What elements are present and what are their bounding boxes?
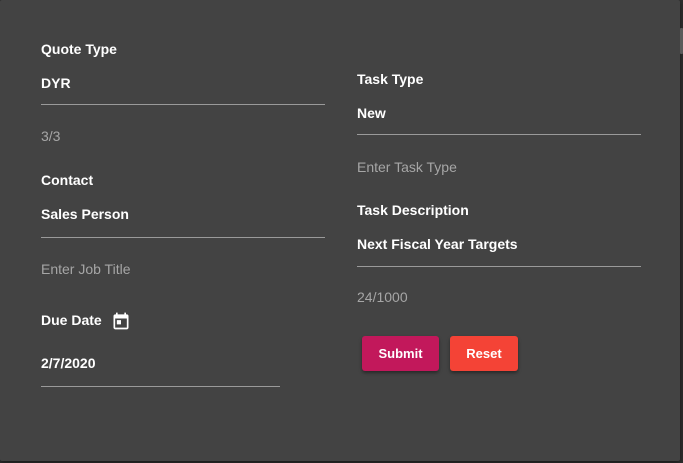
calendar-icon-svg xyxy=(113,312,129,330)
quote-type-counter: 3/3 xyxy=(41,128,61,144)
enter-task-type-input[interactable] xyxy=(357,156,641,178)
contact-underline xyxy=(41,237,325,238)
job-title-input[interactable] xyxy=(41,258,325,280)
quote-type-underline xyxy=(41,104,325,105)
task-type-underline xyxy=(357,134,641,135)
task-description-counter: 24/1000 xyxy=(357,289,408,305)
reset-button[interactable]: Reset xyxy=(450,336,518,371)
contact-label: Contact xyxy=(41,172,94,188)
task-description-underline xyxy=(357,266,641,267)
due-date-input[interactable] xyxy=(41,352,280,374)
task-type-input[interactable] xyxy=(357,102,641,124)
task-description-label: Task Description xyxy=(357,202,469,218)
contact-input[interactable] xyxy=(41,203,325,225)
calendar-icon[interactable] xyxy=(111,311,131,331)
quote-type-input[interactable] xyxy=(41,72,325,94)
task-dialog: Quote Type 3/3 Contact Due Date Task Typ… xyxy=(0,0,680,461)
task-type-label: Task Type xyxy=(357,71,424,87)
submit-button[interactable]: Submit xyxy=(362,336,439,371)
due-date-label: Due Date xyxy=(41,312,102,328)
task-description-input[interactable] xyxy=(357,233,641,255)
quote-type-label: Quote Type xyxy=(41,41,117,57)
due-date-underline xyxy=(41,386,280,387)
